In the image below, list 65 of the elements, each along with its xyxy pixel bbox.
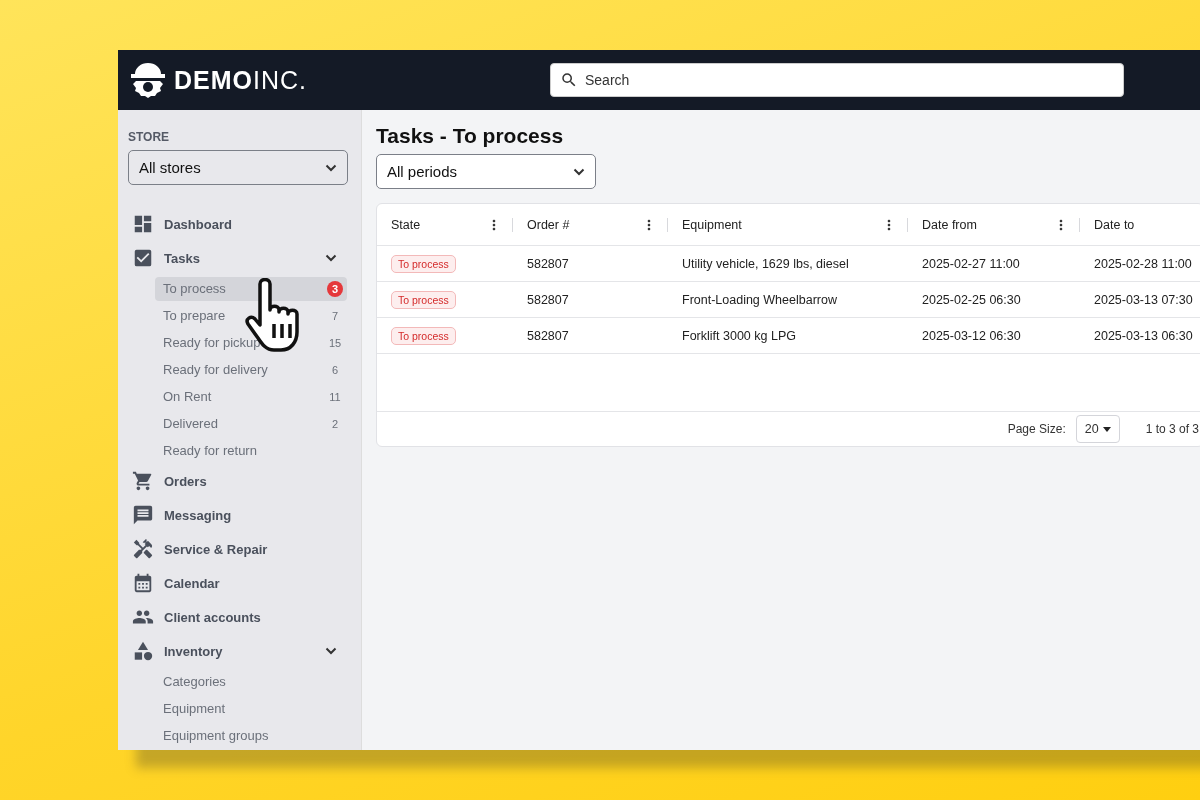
table-cell-text: Utility vehicle, 1629 lbs, diesel — [681, 256, 850, 271]
chevron-icon — [573, 167, 585, 176]
nav-item[interactable]: Calendar — [128, 566, 347, 600]
column-header[interactable]: Order # — [527, 217, 641, 232]
nav-item[interactable]: Messaging — [128, 498, 347, 532]
nav-subitem[interactable]: Equipment — [155, 696, 347, 721]
caret-icon — [1102, 426, 1111, 432]
nav-item[interactable]: Dashboard — [128, 207, 347, 241]
nav-subitem[interactable]: To process 3 — [155, 276, 347, 301]
count-label: 7 — [330, 308, 340, 324]
nav-item[interactable]: Client accounts — [128, 600, 347, 634]
count-label: 15 — [327, 335, 343, 351]
period-select[interactable]: All periods — [376, 154, 596, 189]
table-cell-text: 2025-02-28 11:00 — [1093, 256, 1193, 271]
store-label: STORE — [128, 130, 171, 144]
table-cell-text: Front-Loading Wheelbarrow — [681, 292, 838, 307]
calendar-icon — [132, 572, 154, 594]
column-header[interactable]: Date to — [1094, 217, 1200, 232]
nav-subitem[interactable]: To prepare 7 — [155, 303, 347, 328]
page-title: Tasks - To process — [376, 124, 564, 148]
page-range: 1 to 3 of 3 — [1145, 422, 1199, 436]
table-cell-text: 582807 — [526, 256, 570, 271]
count-badge: 3 — [327, 280, 343, 297]
logo-icon — [128, 60, 168, 100]
logo-text: DEMOINC. — [174, 65, 307, 95]
nav-subitem[interactable]: Ready for delivery 6 — [155, 357, 347, 382]
state-badge: To process — [391, 326, 456, 345]
nav-item[interactable]: Orders — [128, 464, 347, 498]
shapes-icon — [132, 640, 154, 662]
table-cell-text: 2025-02-25 06:30 — [921, 292, 1022, 307]
checkbox-icon — [132, 247, 154, 269]
chevron-icon — [325, 163, 337, 172]
nav-subitem[interactable]: Categories — [155, 669, 347, 694]
table-cell-text: Forklift 3000 kg LPG — [681, 328, 797, 343]
nav-subitem[interactable]: Delivered 2 — [155, 411, 347, 436]
table-cell-text: 2025-03-12 06:30 — [921, 328, 1022, 343]
nav-item[interactable]: Inventory — [128, 634, 347, 668]
table-cell-text: 2025-03-13 06:30 — [1093, 328, 1194, 343]
column-header[interactable]: Equipment — [682, 217, 881, 232]
table-cell-text: 582807 — [526, 328, 570, 343]
state-badge: To process — [391, 290, 456, 309]
count-label: 6 — [330, 362, 340, 378]
nav-subitem[interactable]: Equipment groups — [155, 723, 347, 748]
page-size-select[interactable]: 20 — [1075, 415, 1120, 443]
dashboard-icon — [132, 213, 154, 235]
nav-item[interactable]: Service & Repair — [128, 532, 347, 566]
cart-icon — [132, 470, 154, 492]
nav-subitem[interactable]: On Rent 11 — [155, 384, 347, 409]
store-select[interactable]: All stores — [128, 150, 348, 185]
tools-icon — [132, 538, 154, 560]
nav-item[interactable]: Tasks — [128, 241, 347, 275]
table-cell-text: 582807 — [526, 292, 570, 307]
page-size-label: Page Size: — [1007, 422, 1066, 436]
column-header[interactable]: Date from — [922, 217, 1053, 232]
state-badge: To process — [391, 254, 456, 273]
table-cell-text: 2025-02-27 11:00 — [921, 256, 1021, 271]
message-icon — [132, 504, 154, 526]
nav-subitem[interactable]: Ready for return — [155, 438, 347, 463]
count-label: 2 — [330, 416, 340, 432]
nav-subitem[interactable]: Ready for pickup 15 — [155, 330, 347, 355]
column-header[interactable]: State — [391, 217, 486, 232]
search-field[interactable]: Search — [550, 63, 1124, 97]
search-icon — [560, 71, 578, 89]
table-cell-text: 2025-03-13 07:30 — [1093, 292, 1194, 307]
count-label: 11 — [328, 389, 342, 405]
